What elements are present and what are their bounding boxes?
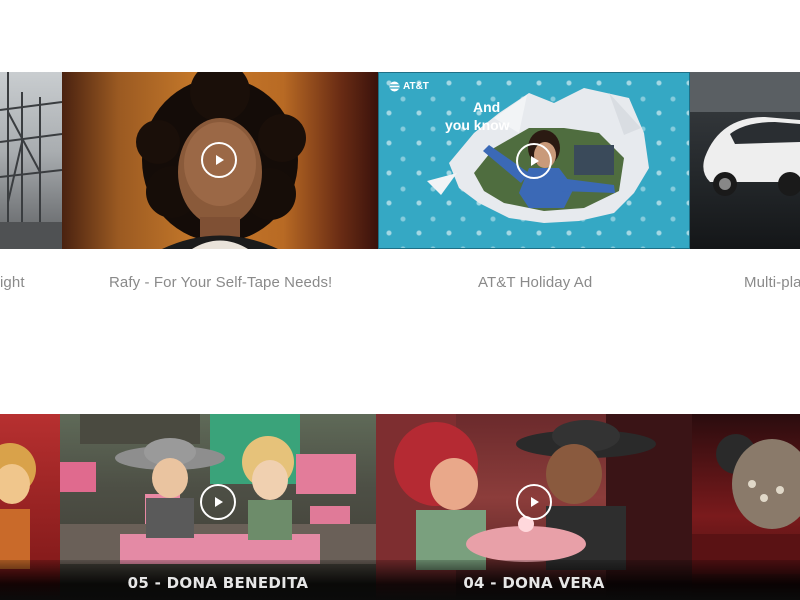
att-globe-icon [389, 81, 400, 92]
video-carousel-bottom[interactable]: 05 - DONA BENEDITA 04 - DONA VERA [0, 414, 800, 600]
car-image [690, 72, 800, 196]
episode-titlebar: 04 - DONA VERA [376, 560, 692, 600]
video-thumbnail-att-holiday[interactable]: AT&T And you know [378, 72, 690, 249]
episode-title[interactable]: 05 - DONA BENEDITA [128, 574, 309, 592]
video-thumbnail-scaffolding[interactable] [0, 72, 62, 249]
video-carousel-top[interactable]: AT&T And you know [0, 72, 800, 249]
video-thumbnail-car[interactable] [690, 72, 800, 249]
video-thumbnail-rafy[interactable] [62, 72, 378, 249]
video-caption[interactable]: ight [0, 274, 25, 291]
video-thumbnail-right-cropped[interactable] [692, 414, 800, 600]
play-icon[interactable] [516, 484, 552, 520]
video-gallery-page: AT&T And you know ight Rafy - For Your S… [0, 0, 800, 600]
play-icon[interactable] [516, 143, 552, 179]
play-icon[interactable] [200, 484, 236, 520]
video-caption[interactable]: Rafy - For Your Self-Tape Needs! [109, 274, 332, 291]
video-thumbnail-left-cropped[interactable] [0, 414, 60, 600]
att-logo: AT&T [389, 81, 429, 92]
overlay-line-2: you know [445, 117, 510, 133]
episode-title[interactable]: 04 - DONA VERA [463, 574, 604, 592]
video-thumbnail-dona-vera[interactable]: 04 - DONA VERA [376, 414, 692, 600]
episode-titlebar [692, 560, 800, 600]
video-caption[interactable]: Multi-pla [744, 274, 800, 291]
video-thumbnail-dona-benedita[interactable]: 05 - DONA BENEDITA [60, 414, 376, 600]
carousel-top-captions: ight Rafy - For Your Self-Tape Needs! AT… [0, 274, 800, 296]
overlay-line-1: And [473, 99, 501, 115]
episode-titlebar: 05 - DONA BENEDITA [60, 560, 376, 600]
episode-titlebar [0, 560, 60, 600]
play-icon[interactable] [201, 142, 237, 178]
video-caption[interactable]: AT&T Holiday Ad [478, 274, 592, 291]
scaffolding-image [0, 72, 62, 249]
att-brand-text: AT&T [403, 81, 429, 92]
